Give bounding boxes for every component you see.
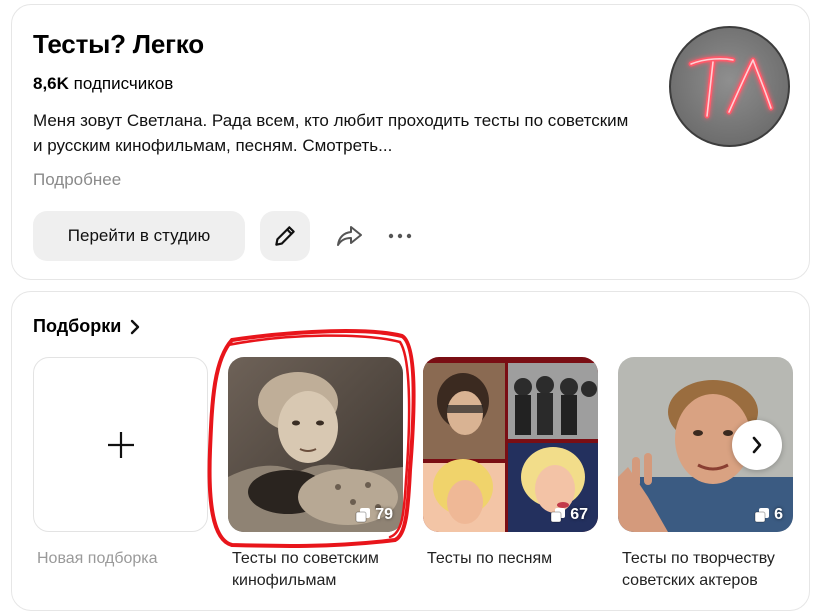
channel-title: Тесты? Легко bbox=[33, 29, 204, 59]
collection-label[interactable]: Тесты по творчеству советских актеров bbox=[622, 548, 797, 592]
item-count: 6 bbox=[774, 506, 783, 523]
channel-header-card: Тесты? Легко 8,6K подписчиков Меня зовут… bbox=[11, 4, 810, 280]
item-count: 67 bbox=[570, 506, 588, 523]
share-button[interactable] bbox=[334, 221, 364, 251]
plus-icon bbox=[107, 431, 134, 458]
subscribers-info: 8,6K подписчиков bbox=[33, 74, 173, 94]
collections-title: Подборки bbox=[33, 316, 122, 336]
more-link[interactable]: Подробнее bbox=[33, 170, 121, 190]
stack-icon bbox=[355, 508, 371, 523]
pencil-icon bbox=[275, 226, 295, 246]
subscribers-label: подписчиков bbox=[73, 74, 174, 93]
collection-tile-songs[interactable]: 67 bbox=[423, 357, 598, 532]
collection-label[interactable]: Тесты по советским кинофильмам bbox=[232, 548, 407, 592]
chevron-right-icon bbox=[131, 319, 140, 334]
carousel-next-button[interactable] bbox=[732, 420, 782, 470]
neon-logo-icon bbox=[688, 56, 774, 119]
collection-label[interactable]: Тесты по песням bbox=[427, 548, 602, 570]
chevron-right-icon bbox=[752, 436, 762, 454]
item-count: 79 bbox=[375, 506, 393, 523]
subscribers-count: 8,6K bbox=[33, 74, 69, 93]
channel-avatar[interactable] bbox=[669, 26, 790, 147]
item-count-badge: 67 bbox=[550, 506, 588, 524]
stack-icon bbox=[550, 508, 566, 523]
more-dots-icon bbox=[388, 233, 412, 239]
more-options-button[interactable] bbox=[385, 221, 415, 251]
item-count-badge: 79 bbox=[355, 506, 393, 524]
collections-card: Подборки Новая подборка 79 Тесты по сове… bbox=[11, 291, 810, 611]
item-count-badge: 6 bbox=[754, 506, 783, 524]
channel-description: Меня зовут Светлана. Рада всем, кто люби… bbox=[33, 111, 629, 155]
new-collection-tile[interactable] bbox=[33, 357, 208, 532]
stack-icon bbox=[754, 508, 770, 523]
share-icon bbox=[337, 226, 362, 246]
collection-tile-soviet-films[interactable]: 79 bbox=[228, 357, 403, 532]
go-to-studio-button[interactable]: Перейти в студию bbox=[33, 211, 245, 261]
new-collection-label: Новая подборка bbox=[37, 550, 158, 567]
edit-button[interactable] bbox=[260, 211, 310, 261]
collections-header[interactable]: Подборки bbox=[33, 316, 141, 337]
